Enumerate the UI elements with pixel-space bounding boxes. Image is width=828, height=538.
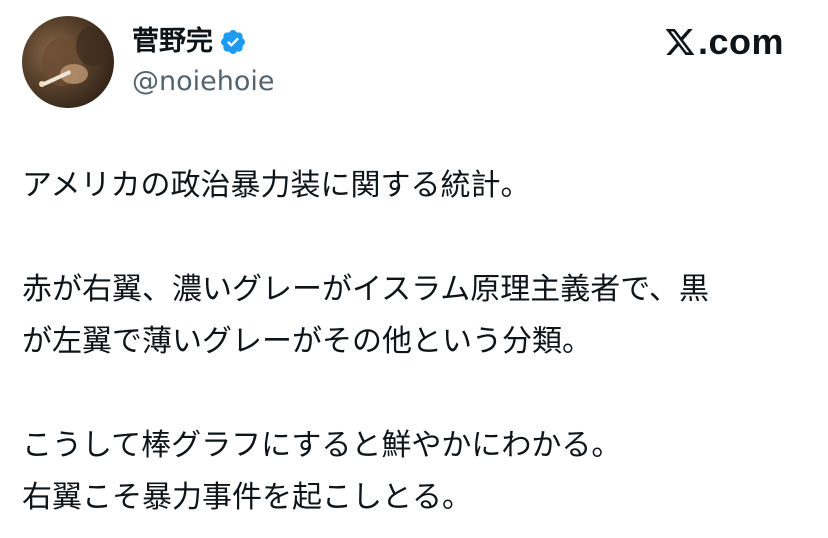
display-name[interactable]: 菅野完	[132, 22, 213, 62]
avatar-photo	[39, 26, 108, 87]
tweet-line: 右翼こそ暴力事件を起こしとる。	[22, 480, 472, 515]
user-handle[interactable]: @noiehoie	[132, 62, 275, 102]
x-com-brand[interactable]: .com	[664, 20, 784, 64]
display-name-row: 菅野完	[132, 22, 247, 62]
tweet-header: 菅野完 @noiehoie .com	[0, 0, 828, 120]
verified-badge-icon	[221, 30, 245, 54]
x-logo-icon	[665, 29, 695, 55]
tweet-text: アメリカの政治暴力装に関する統計。 赤が右翼、濃いグレーがイスラム原理主義者で、…	[22, 160, 812, 524]
tweet-line: 赤が右翼、濃いグレーがイスラム原理主義者で、黒	[22, 272, 709, 307]
tweet-line: アメリカの政治暴力装に関する統計。	[22, 168, 531, 203]
brand-domain-text: .com	[697, 21, 784, 62]
avatar[interactable]	[22, 16, 114, 108]
tweet-line: こうして棒グラフにすると鮮やかにわかる。	[22, 428, 622, 463]
tweet-line: が左翼で薄いグレーがその他という分類。	[22, 324, 592, 359]
